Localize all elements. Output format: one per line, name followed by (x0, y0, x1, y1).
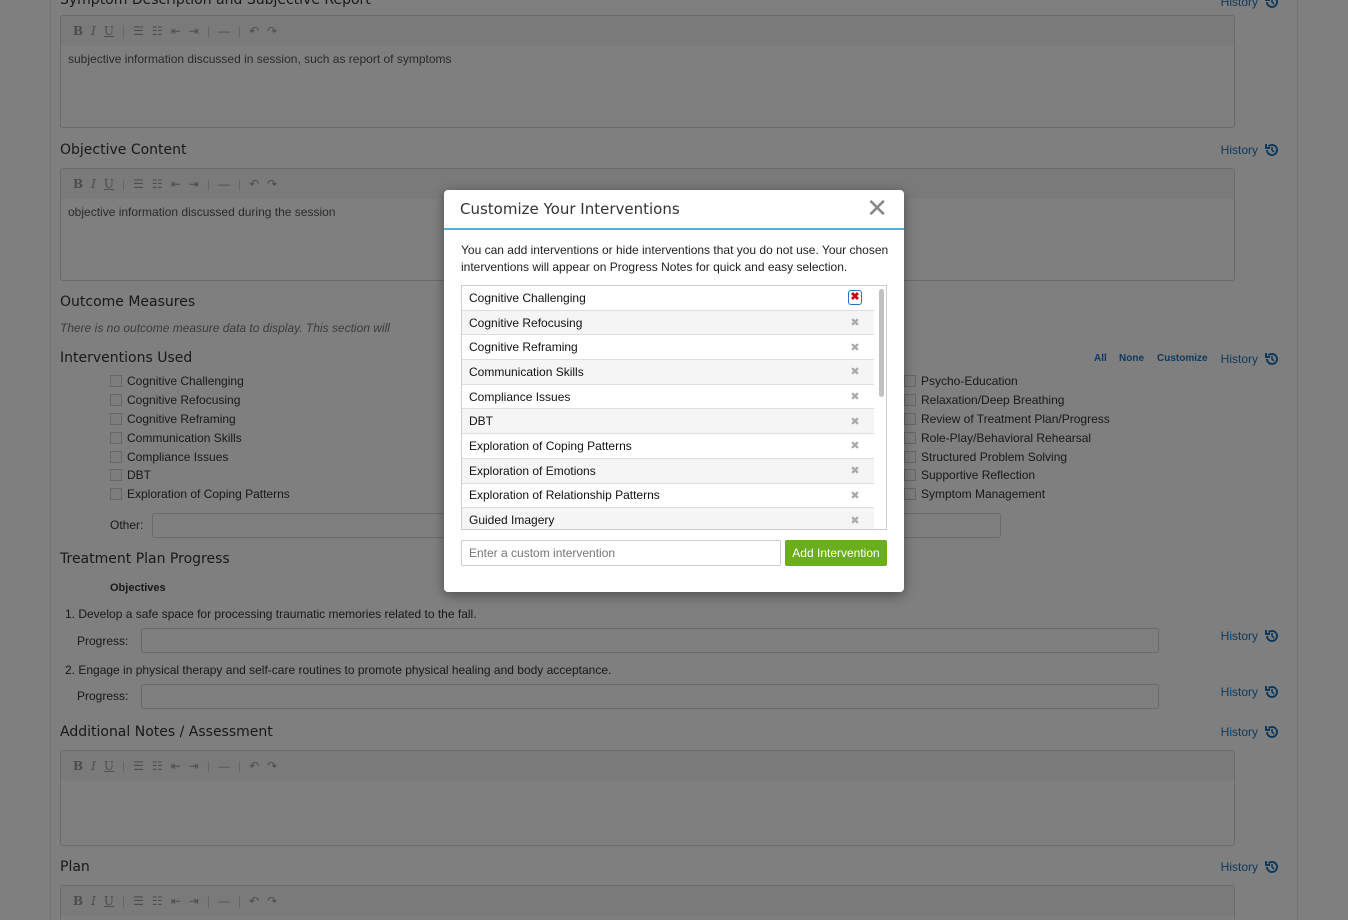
remove-icon[interactable]: ✖ (848, 415, 862, 428)
list-item: Compliance Issues ✖ (462, 385, 874, 410)
remove-icon[interactable]: ✖ (848, 489, 862, 502)
list-item: Cognitive Refocusing ✖ (462, 310, 874, 336)
intervention-name: Exploration of Coping Patterns (469, 438, 632, 453)
remove-icon[interactable]: ✖ (848, 464, 862, 477)
intervention-name: Communication Skills (469, 364, 584, 379)
modal-header: Customize Your Interventions ✕ (444, 190, 904, 230)
remove-icon[interactable]: ✖ (848, 290, 862, 306)
list-item: Exploration of Coping Patterns ✖ (462, 434, 874, 459)
list-item: Cognitive Reframing ✖ (462, 335, 874, 361)
remove-icon[interactable]: ✖ (848, 341, 862, 354)
modal-description: You can add interventions or hide interv… (461, 243, 889, 274)
intervention-name: Exploration of Relationship Patterns (469, 488, 660, 503)
modal-title: Customize Your Interventions (460, 200, 680, 218)
intervention-name: Cognitive Refocusing (469, 315, 583, 330)
customize-interventions-modal: Customize Your Interventions ✕ You can a… (444, 190, 904, 592)
list-item: DBT ✖ (462, 409, 874, 435)
list-item: Cognitive Challenging ✖ (462, 286, 874, 311)
remove-icon[interactable]: ✖ (848, 316, 862, 329)
list-item: Communication Skills ✖ (462, 360, 874, 385)
intervention-name: Compliance Issues (469, 389, 571, 404)
list-item: Exploration of Relationship Patterns ✖ (462, 484, 874, 509)
list-scrollbar[interactable] (879, 289, 884, 397)
intervention-name: Guided Imagery (469, 513, 555, 528)
custom-intervention-input[interactable] (461, 540, 781, 566)
list-item: Exploration of Emotions ✖ (462, 458, 874, 484)
remove-icon[interactable]: ✖ (848, 365, 862, 378)
intervention-name: Exploration of Emotions (469, 463, 596, 478)
remove-icon[interactable]: ✖ (848, 439, 862, 452)
intervention-name: Cognitive Challenging (469, 290, 586, 305)
list-item: Guided Imagery ✖ (462, 508, 874, 529)
intervention-name: DBT (469, 414, 493, 429)
remove-icon[interactable]: ✖ (848, 514, 862, 527)
remove-icon[interactable]: ✖ (848, 390, 862, 403)
add-intervention-button[interactable]: Add Intervention (785, 540, 887, 566)
close-icon[interactable]: ✕ (866, 196, 888, 222)
intervention-name: Cognitive Reframing (469, 340, 578, 355)
interventions-customize-list[interactable]: Cognitive Challenging ✖ Cognitive Refocus… (461, 285, 887, 530)
